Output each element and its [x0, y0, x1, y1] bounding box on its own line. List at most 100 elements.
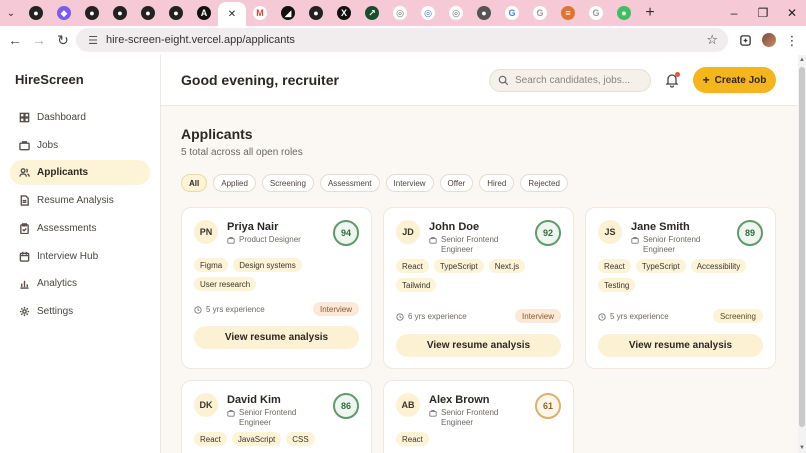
globe-icon: ◎: [393, 6, 407, 20]
google-icon: G: [533, 6, 547, 20]
avatar: JS: [598, 220, 622, 244]
page-scrollbar[interactable]: ▲ ▼: [798, 55, 806, 453]
skill-tag: User research: [194, 277, 257, 291]
tab-search-icon[interactable]: ⌄: [0, 0, 22, 26]
skill-tag: CSS: [286, 432, 315, 446]
plus-icon: +: [702, 73, 710, 87]
filter-chip-screening[interactable]: Screening: [261, 174, 314, 192]
browser-tab[interactable]: ◎: [386, 0, 414, 26]
site-info-icon[interactable]: ☰: [82, 34, 104, 47]
filter-chip-interview[interactable]: Interview: [385, 174, 434, 192]
browser-tab[interactable]: ◆: [50, 0, 78, 26]
browser-tab[interactable]: ↗: [358, 0, 386, 26]
address-bar[interactable]: ☰ hire-screen-eight.vercel.app/applicant…: [76, 28, 728, 52]
minimize-button[interactable]: –: [719, 0, 749, 26]
forward-button[interactable]: →: [27, 28, 51, 52]
scroll-up-icon[interactable]: ▲: [799, 57, 805, 63]
briefcase-icon: [631, 236, 639, 255]
applicant-role-text: Product Designer: [239, 235, 301, 244]
experience: 5 yrs experience: [598, 312, 669, 321]
sidebar-item-interview-hub[interactable]: Interview Hub: [10, 244, 150, 269]
browser-tab[interactable]: ◢: [274, 0, 302, 26]
sidebar-item-resume-analysis[interactable]: Resume Analysis: [10, 188, 150, 213]
view-resume-analysis-button[interactable]: View resume analysis: [396, 334, 561, 357]
view-resume-analysis-button[interactable]: View resume analysis: [598, 334, 763, 357]
applicant-name[interactable]: Jane Smith: [631, 221, 690, 233]
browser-tab[interactable]: X: [330, 0, 358, 26]
filter-chip-all[interactable]: All: [181, 174, 208, 192]
filter-chip-rejected[interactable]: Rejected: [520, 174, 568, 192]
reload-button[interactable]: ↻: [51, 28, 75, 52]
browser-tab[interactable]: ●: [610, 0, 638, 26]
browser-tab[interactable]: G: [526, 0, 554, 26]
applicant-name[interactable]: John Doe: [429, 221, 479, 233]
applicant-role-text: Senior Frontend Engineer: [441, 235, 499, 254]
chart-icon: ↗: [365, 6, 379, 20]
sidebar-item-applicants[interactable]: Applicants: [10, 160, 150, 186]
applicant-role-text: Senior Frontend Engineer: [239, 408, 297, 427]
status-filters: All Applied Screening Assessment Interview Of…: [181, 174, 568, 192]
sidebar-item-dashboard[interactable]: Dashboard: [10, 105, 150, 130]
create-job-button[interactable]: + Create Job: [693, 67, 776, 93]
match-score: 86: [333, 393, 359, 419]
sidebar-item-label: Settings: [37, 305, 74, 317]
scrollbar-thumb[interactable]: [799, 67, 805, 427]
applicant-role: Senior Frontend Engineer: [429, 408, 529, 428]
filter-chip-hired[interactable]: Hired: [479, 174, 515, 192]
browser-tab[interactable]: ◎: [442, 0, 470, 26]
sidebar-item-settings[interactable]: Settings: [10, 299, 150, 324]
sidebar-item-jobs[interactable]: Jobs: [10, 133, 150, 158]
extensions-icon[interactable]: [733, 28, 757, 52]
sidebar-item-label: Assessments: [37, 222, 97, 234]
new-tab-button[interactable]: +: [638, 0, 662, 26]
browser-menu-icon[interactable]: ⋮: [780, 28, 804, 52]
applicant-card: JD John Doe Senior Frontend Engineer 92 Reac…: [383, 207, 574, 369]
tab-list: ● ◆ ● ● ● ● A ✕ M ◢ ● X ↗ ◎ ◎ ◎ ● G G ≡ G ●: [22, 0, 638, 26]
browser-tab[interactable]: ●: [302, 0, 330, 26]
profile-avatar[interactable]: [757, 28, 781, 52]
skill-tag: Tailwind: [396, 278, 437, 292]
greeting: Good evening, recruiter: [181, 72, 339, 88]
calendar-icon: [18, 250, 30, 262]
applicant-role: Senior Frontend Engineer: [429, 235, 529, 255]
sidebar-item-analytics[interactable]: Analytics: [10, 271, 150, 296]
filter-chip-applied[interactable]: Applied: [213, 174, 256, 192]
view-resume-analysis-button[interactable]: View resume analysis: [194, 326, 359, 349]
applicant-name[interactable]: Priya Nair: [227, 221, 278, 233]
browser-tab[interactable]: ●: [22, 0, 50, 26]
match-score: 92: [535, 220, 561, 246]
scroll-down-icon[interactable]: ▼: [799, 445, 805, 451]
filter-chip-offer[interactable]: Offer: [439, 174, 474, 192]
browser-tab[interactable]: ✕: [218, 2, 246, 26]
search-input[interactable]: [515, 75, 645, 86]
avatar: JD: [396, 220, 420, 244]
search-icon: [498, 75, 509, 86]
brand-logo[interactable]: HireScreen: [15, 72, 84, 87]
skill-tags: React TypeScript Accessibility Testing: [598, 259, 768, 292]
sidebar-item-label: Dashboard: [37, 112, 86, 123]
applicant-name[interactable]: Alex Brown: [429, 394, 490, 406]
briefcase-icon: [227, 236, 235, 247]
sidebar-item-assessments[interactable]: Assessments: [10, 216, 150, 241]
clock-icon: [598, 312, 606, 321]
top-bar: Good evening, recruiter + Create Job: [161, 55, 798, 106]
window-close-button[interactable]: ✕: [777, 0, 806, 26]
browser-tab[interactable]: ●: [134, 0, 162, 26]
browser-tab[interactable]: ≡: [554, 0, 582, 26]
search-box[interactable]: [489, 69, 651, 92]
applicant-name[interactable]: David Kim: [227, 394, 281, 406]
browser-tab[interactable]: A: [190, 0, 218, 26]
browser-tab[interactable]: ●: [470, 0, 498, 26]
browser-tab[interactable]: ●: [78, 0, 106, 26]
filter-chip-assessment[interactable]: Assessment: [319, 174, 380, 192]
bookmark-star-icon[interactable]: ☆: [706, 32, 718, 48]
back-button[interactable]: ←: [3, 28, 27, 52]
browser-tab[interactable]: M: [246, 0, 274, 26]
browser-tab[interactable]: ●: [162, 0, 190, 26]
browser-tab[interactable]: G: [498, 0, 526, 26]
browser-tab[interactable]: G: [582, 0, 610, 26]
browser-tab[interactable]: ●: [106, 0, 134, 26]
maximize-button[interactable]: ❐: [748, 0, 778, 26]
browser-tab[interactable]: ◎: [414, 0, 442, 26]
briefcase-icon: [429, 409, 437, 428]
